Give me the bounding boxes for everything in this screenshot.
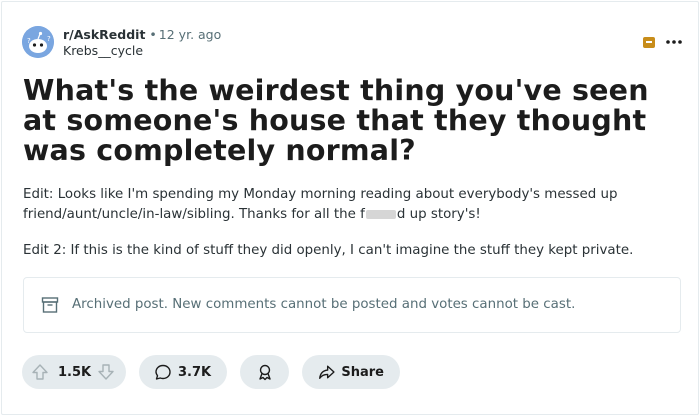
more-options-icon xyxy=(666,40,682,44)
redacted-text xyxy=(365,209,396,219)
edit-1-text-end: d up story's! xyxy=(396,207,481,222)
award-icon xyxy=(258,364,271,381)
post-body-edit-2: Edit 2: If this is the kind of stuff the… xyxy=(23,243,634,258)
subreddit-link[interactable]: r/AskReddit xyxy=(63,27,145,42)
share-arrow-icon xyxy=(319,365,335,379)
svg-text:?: ? xyxy=(27,37,31,45)
comments-button[interactable]: 3.7K xyxy=(139,355,227,389)
vote-count: 1.5K xyxy=(58,364,92,380)
meta-separator: • xyxy=(149,27,157,42)
svg-text:?: ? xyxy=(47,35,51,43)
comment-bubble-icon xyxy=(155,364,171,380)
archived-notice: Archived post. New comments cannot be po… xyxy=(23,277,681,333)
post-body-edit-1: Edit: Looks like I'm spending my Monday … xyxy=(23,185,683,225)
post-title[interactable]: What's the weirdest thing you've seen at… xyxy=(23,76,687,166)
post-body: Edit: Looks like I'm spending my Monday … xyxy=(23,185,683,277)
share-label: Share xyxy=(341,364,384,380)
post-header: ? ? r/AskReddit • 12 yr. ago Krebs__cycle xyxy=(22,26,682,60)
share-button[interactable]: Share xyxy=(302,355,400,389)
more-options-button[interactable] xyxy=(663,28,685,56)
downvote-arrow-icon[interactable] xyxy=(97,363,115,381)
edit-1-text-start: Edit: Looks like I'm spending my Monday … xyxy=(23,187,618,222)
subreddit-avatar-icon[interactable]: ? ? xyxy=(22,26,54,58)
archived-notice-text: Archived post. New comments cannot be po… xyxy=(72,297,576,312)
upvote-arrow-icon[interactable] xyxy=(31,363,49,381)
award-button[interactable] xyxy=(240,355,289,389)
post-card: ? ? r/AskReddit • 12 yr. ago Krebs__cycle … xyxy=(1,1,699,415)
archive-icon xyxy=(643,37,655,48)
vote-control: 1.5K xyxy=(22,355,126,389)
post-time: 12 yr. ago xyxy=(158,27,222,42)
post-meta: r/AskReddit • 12 yr. ago Krebs__cycle xyxy=(63,27,221,59)
subreddit-line: r/AskReddit • 12 yr. ago xyxy=(63,27,221,43)
archive-box-icon xyxy=(41,297,59,313)
author-link[interactable]: Krebs__cycle xyxy=(63,43,221,59)
comment-count: 3.7K xyxy=(178,364,212,380)
